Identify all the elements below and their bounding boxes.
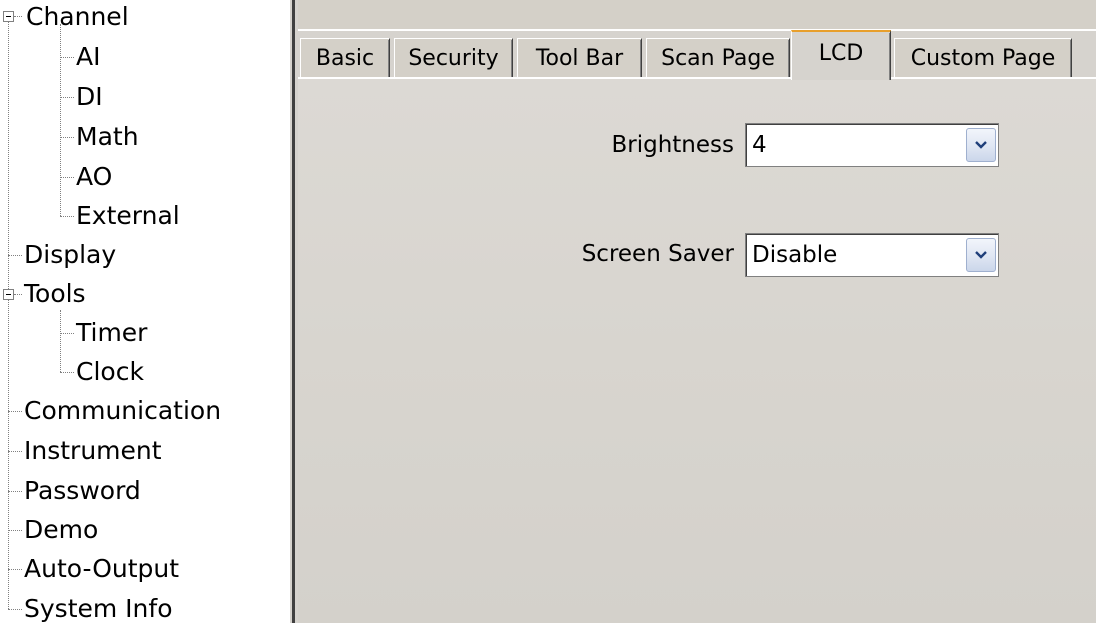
collapse-channel-icon[interactable]	[3, 11, 14, 22]
tab-strip-border	[298, 77, 1096, 79]
tab-custom-page[interactable]: Custom Page	[894, 38, 1072, 78]
dropdown-arrow-icon[interactable]	[966, 238, 996, 272]
dropdown-arrow-icon[interactable]	[966, 128, 996, 162]
brightness-value: 4	[752, 132, 767, 158]
tree-item-label: DI	[76, 82, 103, 111]
tree-item-system-info[interactable]: System Info	[24, 589, 173, 623]
tree-item-communication[interactable]: Communication	[24, 391, 221, 430]
tab-security[interactable]: Security	[394, 38, 513, 78]
tab-label: Security	[408, 46, 499, 71]
tree-item-label: Tools	[24, 279, 86, 308]
tree-item-instrument[interactable]: Instrument	[24, 431, 162, 470]
tab-label: LCD	[818, 41, 864, 66]
tree-item-demo[interactable]: Demo	[24, 510, 98, 549]
tree-item-display[interactable]: Display	[24, 235, 116, 274]
tree-item-channel[interactable]: Channel	[26, 0, 129, 36]
tree-item-tools[interactable]: Tools	[24, 274, 86, 313]
screen-saver-value: Disable	[752, 242, 838, 268]
collapse-tools-icon[interactable]	[3, 289, 14, 300]
tree-item-label: Channel	[26, 2, 129, 31]
tree-item-math[interactable]: Math	[76, 117, 139, 156]
tree-item-label: External	[76, 201, 180, 230]
screen-saver-label: Screen Saver	[581, 241, 734, 267]
tab-label: Custom Page	[910, 46, 1056, 71]
tree-item-external[interactable]: External	[76, 196, 180, 235]
brightness-label: Brightness	[611, 132, 734, 158]
header-strip-highlight	[298, 29, 1096, 31]
tree-item-timer[interactable]: Timer	[76, 313, 147, 352]
tree-item-clock[interactable]: Clock	[76, 352, 144, 391]
tree-item-label: Communication	[24, 396, 222, 425]
tab-basic[interactable]: Basic	[300, 38, 390, 78]
panel-splitter-edge	[292, 0, 295, 623]
tree-item-label: Password	[24, 476, 141, 505]
tree-item-label: System Info	[24, 594, 173, 623]
settings-panel: Basic Security Tool Bar Scan Page LCD Cu…	[298, 0, 1096, 623]
brightness-select[interactable]: 4	[745, 123, 999, 167]
lcd-settings-content: Brightness 4 Screen Saver Disable	[298, 79, 1096, 623]
tree-item-ai[interactable]: AI	[76, 37, 100, 76]
tab-label: Scan Page	[661, 46, 775, 71]
tree-item-label: Instrument	[24, 436, 162, 465]
tab-scan-page[interactable]: Scan Page	[646, 38, 790, 78]
tab-tool-bar[interactable]: Tool Bar	[517, 38, 642, 78]
tree-item-label: Math	[76, 122, 139, 151]
tree-item-label: Clock	[76, 357, 144, 386]
screen-saver-select[interactable]: Disable	[745, 233, 999, 277]
tab-label: Basic	[315, 46, 375, 71]
tree-item-label: Timer	[76, 318, 148, 347]
chevron-down-icon	[975, 251, 987, 259]
tree-item-label: Display	[24, 240, 117, 269]
header-strip	[298, 0, 1096, 30]
tab-lcd[interactable]: LCD	[791, 30, 891, 80]
settings-tree: Channel AI DI Math AO External Display T…	[0, 0, 289, 623]
tree-item-label: AO	[76, 162, 113, 191]
tree-item-ao[interactable]: AO	[76, 157, 112, 196]
tree-item-password[interactable]: Password	[24, 471, 141, 510]
tree-item-auto-output[interactable]: Auto-Output	[24, 549, 179, 588]
tree-item-label: Auto-Output	[24, 554, 180, 583]
tree-item-di[interactable]: DI	[76, 77, 103, 116]
tree-item-label: AI	[76, 42, 101, 71]
tab-label: Tool Bar	[535, 46, 624, 71]
tree-item-label: Demo	[24, 515, 99, 544]
chevron-down-icon	[975, 141, 987, 149]
